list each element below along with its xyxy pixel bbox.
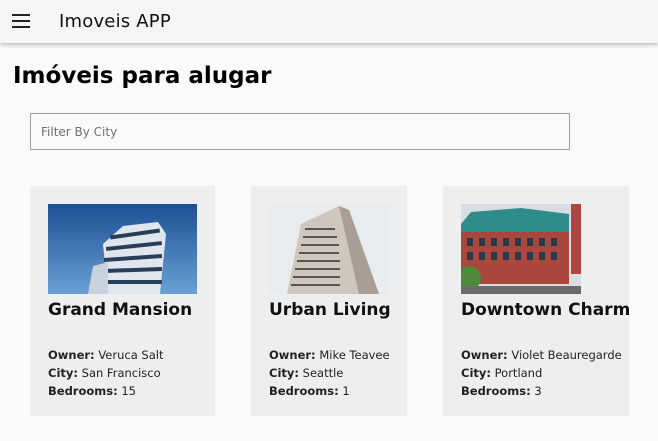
owner-value: Veruca Salt <box>98 348 164 362</box>
owner-value: Mike Teavee <box>319 348 390 362</box>
bedrooms-label: Bedrooms: <box>48 384 118 398</box>
bedrooms-label: Bedrooms: <box>269 384 339 398</box>
app-title: Imoveis APP <box>59 11 171 32</box>
listing-card[interactable]: Grand Mansion Owner: Veruca Salt City: S… <box>30 186 215 416</box>
city-value: Portland <box>494 366 543 380</box>
page-title: Imóveis para alugar <box>13 63 272 89</box>
city-value: San Francisco <box>81 366 161 380</box>
listing-name: Grand Mansion <box>48 300 193 320</box>
listing-photo <box>461 204 581 294</box>
bedrooms-row: Bedrooms: 3 <box>461 382 622 400</box>
bedrooms-row: Bedrooms: 1 <box>269 382 390 400</box>
listing-details: Owner: Mike Teavee City: Seattle Bedroom… <box>269 346 390 400</box>
owner-row: Owner: Violet Beauregarde <box>461 346 622 364</box>
listing-photo <box>269 204 389 294</box>
bedrooms-label: Bedrooms: <box>461 384 531 398</box>
city-filter-input[interactable] <box>30 113 570 150</box>
bedrooms-value: 15 <box>121 384 136 398</box>
listing-card[interactable]: Urban Living Owner: Mike Teavee City: Se… <box>251 186 407 416</box>
listing-name: Urban Living <box>269 300 391 320</box>
city-row: City: Portland <box>461 364 622 382</box>
city-label: City: <box>48 366 78 380</box>
bedrooms-row: Bedrooms: 15 <box>48 382 163 400</box>
bedrooms-value: 3 <box>534 384 542 398</box>
listing-name: Downtown Charm <box>461 300 631 320</box>
listing-photo <box>48 204 197 294</box>
owner-label: Owner: <box>269 348 316 362</box>
city-row: City: San Francisco <box>48 364 163 382</box>
listing-card[interactable]: Downtown Charm Owner: Violet Beauregarde… <box>443 186 631 416</box>
menu-icon[interactable] <box>12 14 30 28</box>
owner-value: Violet Beauregarde <box>511 348 622 362</box>
owner-label: Owner: <box>48 348 95 362</box>
listing-details: Owner: Violet Beauregarde City: Portland… <box>461 346 622 400</box>
owner-label: Owner: <box>461 348 508 362</box>
city-label: City: <box>461 366 491 380</box>
city-label: City: <box>269 366 299 380</box>
owner-row: Owner: Mike Teavee <box>269 346 390 364</box>
city-value: Seattle <box>302 366 344 380</box>
bedrooms-value: 1 <box>342 384 350 398</box>
listing-details: Owner: Veruca Salt City: San Francisco B… <box>48 346 163 400</box>
city-row: City: Seattle <box>269 364 390 382</box>
app-toolbar: Imoveis APP <box>0 0 658 43</box>
owner-row: Owner: Veruca Salt <box>48 346 163 364</box>
